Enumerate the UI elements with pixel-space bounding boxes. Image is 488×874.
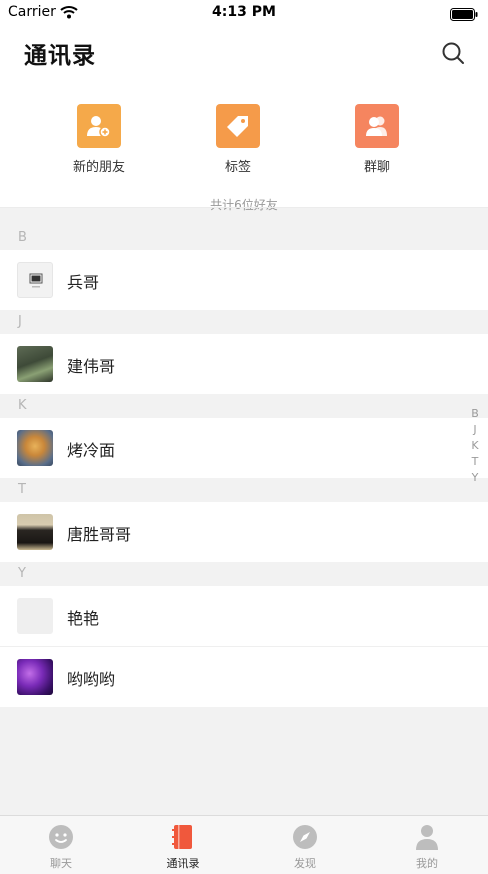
section-letter: T: [18, 482, 26, 497]
battery-icon: [450, 6, 478, 25]
status-time: 4:13 PM: [212, 4, 276, 20]
compass-icon: [293, 825, 317, 849]
tab-chat[interactable]: 聊天: [0, 822, 122, 871]
chat-icon: [49, 825, 73, 849]
tab-label: 聊天: [50, 857, 72, 870]
group-chat-button[interactable]: 群聊: [327, 104, 427, 175]
tab-label: 通讯录: [166, 857, 200, 870]
search-button[interactable]: [438, 38, 468, 68]
photo-avatar: [17, 346, 53, 382]
contact-row[interactable]: 烤冷面: [0, 418, 488, 478]
new-friends-label: 新的朋友: [72, 160, 125, 175]
tab-contacts[interactable]: 通讯录: [122, 822, 244, 871]
new-friends-button[interactable]: 新的朋友: [49, 104, 149, 175]
food-photo-avatar: [17, 430, 53, 466]
tab-label: 我的: [416, 857, 438, 870]
tag-icon: [216, 104, 260, 148]
tab-bar: 聊天 通讯录 发现 我的: [0, 815, 488, 874]
index-letter[interactable]: J: [468, 422, 482, 438]
alphabet-index-bar[interactable]: B J K T Y: [468, 406, 482, 486]
tab-me[interactable]: 我的: [366, 822, 488, 871]
section-letter: Y: [18, 566, 26, 581]
contact-row[interactable]: 建伟哥: [0, 334, 488, 394]
quick-actions: 新的朋友 标签 群聊 共计6位好友: [0, 82, 488, 212]
contact-row[interactable]: 兵哥: [0, 250, 488, 310]
section-header-t: T: [0, 478, 488, 502]
navigation-header: 通讯录: [0, 26, 488, 82]
section-letter: J: [18, 314, 22, 329]
add-friend-icon: [77, 104, 121, 148]
contact-name: 哟哟哟: [67, 670, 116, 689]
contacts-book-icon: [172, 825, 192, 849]
contact-row[interactable]: 唐胜哥哥: [0, 502, 488, 562]
group-chat-label: 群聊: [363, 160, 390, 175]
tags-button[interactable]: 标签: [188, 104, 288, 175]
purple-photo-avatar: [17, 659, 53, 695]
section-header-b: B: [0, 226, 488, 250]
divider: [0, 207, 488, 208]
photo-avatar: [17, 514, 53, 550]
section-letter: K: [18, 398, 27, 413]
group-chat-icon: [355, 104, 399, 148]
section-letter: B: [18, 230, 27, 245]
contacts-screen: Carrier 4:13 PM 通讯录 新的朋友 标签 群聊 共计6位好友 B …: [0, 0, 488, 874]
index-letter[interactable]: Y: [468, 470, 482, 486]
contact-row[interactable]: 艳艳: [0, 586, 488, 646]
section-header-k: K: [0, 394, 488, 418]
tab-label: 发现: [294, 857, 316, 870]
section-header-j: J: [0, 310, 488, 334]
section-header-y: Y: [0, 562, 488, 586]
placeholder-image-avatar: [17, 262, 53, 298]
status-bar: Carrier 4:13 PM: [0, 0, 488, 26]
index-letter[interactable]: B: [468, 406, 482, 422]
contact-name: 艳艳: [67, 609, 100, 628]
profile-icon: [416, 825, 438, 850]
tab-discover[interactable]: 发现: [244, 822, 366, 871]
index-letter[interactable]: K: [468, 438, 482, 454]
contact-name: 建伟哥: [67, 357, 116, 376]
contact-name: 唐胜哥哥: [67, 525, 132, 544]
tags-label: 标签: [224, 160, 251, 175]
contact-name: 烤冷面: [67, 441, 116, 460]
search-icon: [442, 42, 464, 64]
index-letter[interactable]: T: [468, 454, 482, 470]
contact-row[interactable]: 哟哟哟: [0, 647, 488, 707]
friend-count: 共计6位好友: [210, 198, 278, 212]
contact-name: 兵哥: [67, 273, 100, 292]
blank-avatar: [17, 598, 53, 634]
page-title: 通讯录: [24, 43, 96, 69]
